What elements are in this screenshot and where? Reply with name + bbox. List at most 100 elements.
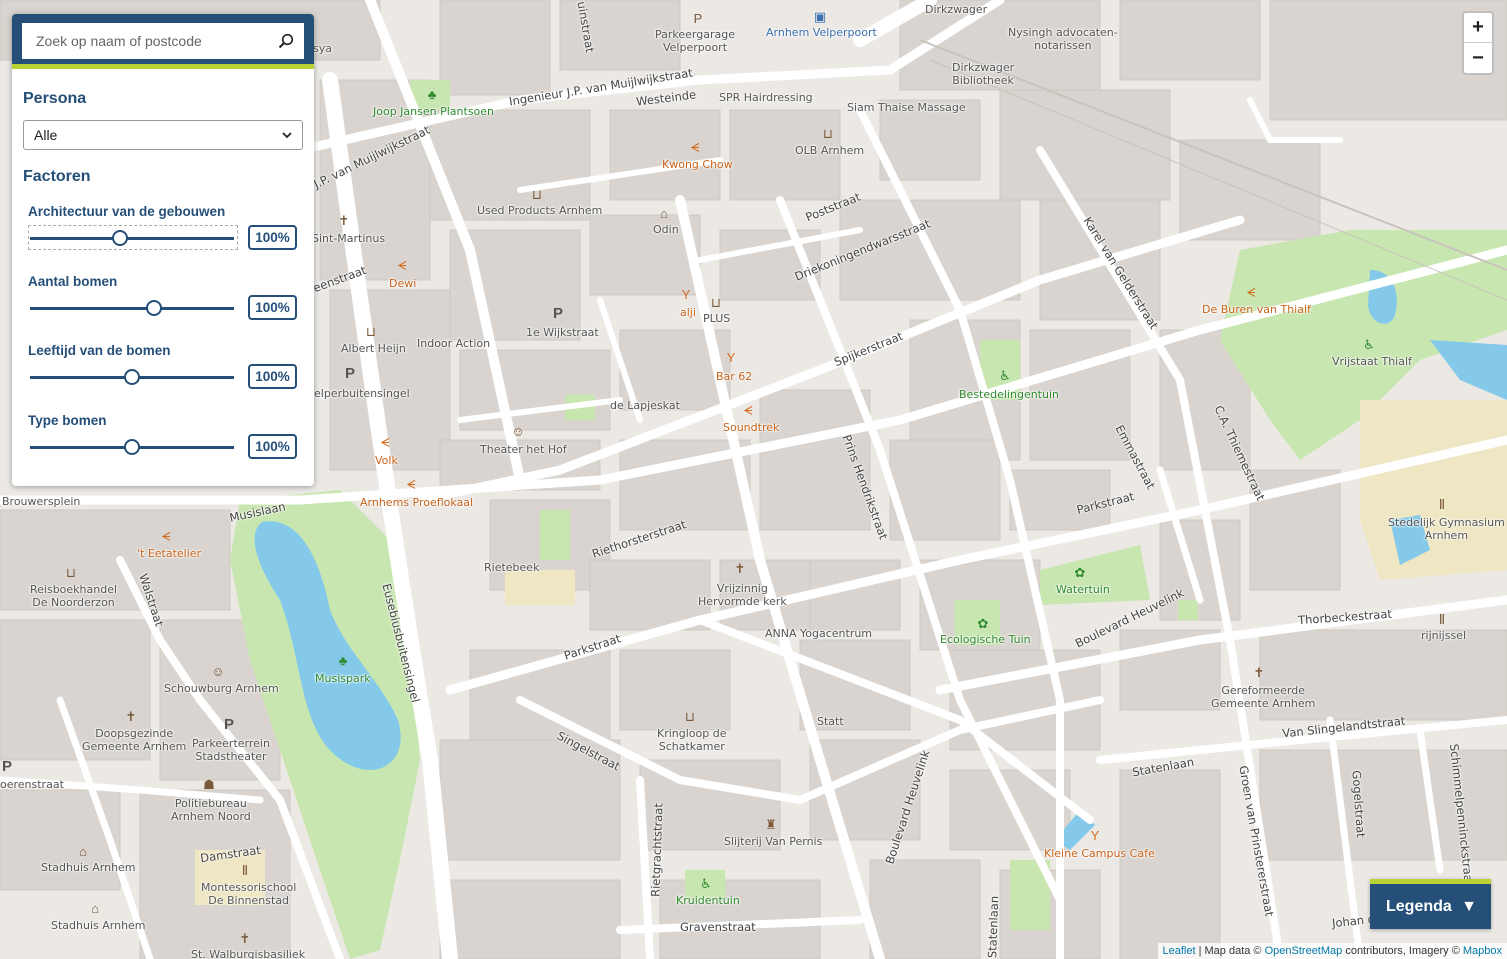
factor-percentage[interactable]: 100% <box>248 225 297 250</box>
filter-panel: Persona Alle Factoren Architectuur van d… <box>12 14 314 486</box>
restaurant-icon: ᗕ <box>397 258 407 273</box>
place-label: Stadhuis Arnhem <box>51 919 146 932</box>
place-label: Schouwburg Arnhem <box>164 682 279 695</box>
cart-icon: ⊔ <box>531 187 543 202</box>
slider-track[interactable] <box>30 307 234 310</box>
place-label: Joop Jansen Plantsoen <box>373 105 495 118</box>
persona-select[interactable]: Alle <box>23 120 303 150</box>
slider-thumb[interactable] <box>146 300 163 316</box>
place-label: Slijterij Van Pernis <box>724 835 823 848</box>
osm-link[interactable]: OpenStreetMap <box>1265 945 1343 957</box>
persona-title: Persona <box>23 90 87 107</box>
place-label: Kruidentuin <box>676 894 740 907</box>
theater-icon: ☺ <box>211 664 225 679</box>
place-label: 't Eetatelier <box>137 547 202 560</box>
cart-icon: ⊔ <box>365 324 377 339</box>
tree-icon: ♣ <box>338 653 348 668</box>
playground-icon: ♿ <box>1363 337 1375 352</box>
place-label: Politiebureau Arnhem Noord <box>171 797 251 823</box>
factor-tree-count: Aantal bomen 100% <box>28 274 300 323</box>
place-label: 1e Wijkstraat <box>526 326 599 339</box>
slider-thumb[interactable] <box>111 230 128 246</box>
place-label: SPR Hairdressing <box>719 91 813 104</box>
place-label: Nysingh advocaten- notarissen <box>1008 26 1118 52</box>
zoom-in-button[interactable]: + <box>1464 13 1492 43</box>
place-label: alji <box>680 306 696 319</box>
liquor-icon: ♜ <box>765 817 777 832</box>
place-label: Brouwersplein <box>2 495 81 508</box>
factor-percentage[interactable]: 100% <box>248 295 297 320</box>
slider-thumb[interactable] <box>124 439 140 455</box>
factor-tree-type: Type bomen 100% <box>28 413 300 462</box>
church-icon: ✝ <box>239 931 251 946</box>
factor-percentage[interactable]: 100% <box>248 434 297 459</box>
place-label: Reisboekhandel De Noorderzon <box>30 583 118 609</box>
parking-icon: P <box>552 305 563 322</box>
playground-icon: ♿ <box>700 876 712 891</box>
bar-icon: Y <box>726 350 736 365</box>
garden-icon: ✿ <box>1074 565 1086 580</box>
church-icon: ✝ <box>338 213 350 228</box>
place-label: PLUS <box>703 312 731 325</box>
zoom-out-button[interactable]: − <box>1464 43 1492 73</box>
factor-percentage[interactable]: 100% <box>248 364 297 389</box>
place-label: Vrijstaat Thialf <box>1332 355 1412 368</box>
place-label: Stadhuis Arnhem <box>41 861 136 874</box>
restaurant-icon: ᗕ <box>161 529 171 544</box>
factor-tree-age: Leeftijd van de bomen 100% <box>28 343 300 392</box>
place-label: Siam Thaise Massage <box>847 101 966 114</box>
place-label: St. Walburgisbasiliek <box>191 948 306 959</box>
place-label: Odin <box>653 223 679 236</box>
restaurant-icon: ᗕ <box>406 477 416 492</box>
place-label: elperbuitensingel <box>314 387 410 400</box>
shop-icon: ⌂ <box>660 206 668 221</box>
school-icon: Ⅱ <box>1438 612 1446 627</box>
place-label: Dewi <box>389 277 417 290</box>
police-icon: ☗ <box>203 777 215 792</box>
school-icon: Ⅱ <box>241 863 249 878</box>
church-icon: ✝ <box>125 709 137 724</box>
factor-label: Leeftijd van de bomen <box>28 343 171 358</box>
panel-header <box>12 14 314 69</box>
place-label: Dirkzwager Bibliotheek <box>952 61 1015 87</box>
place-label: Montessorischool De Binnenstad <box>201 881 297 907</box>
church-icon: ✝ <box>734 561 746 576</box>
town-hall-icon: ⌂ <box>91 901 99 916</box>
factors-title: Factoren <box>23 168 91 185</box>
theater-icon: ☺ <box>511 424 525 439</box>
restaurant-icon: ᗕ <box>690 140 700 155</box>
place-label: Soundtrek <box>723 421 780 434</box>
search-box[interactable] <box>22 23 304 59</box>
place-label: Ecologische Tuin <box>940 633 1031 646</box>
factor-slider-row: 100% <box>28 434 300 462</box>
slider-thumb[interactable] <box>124 369 140 385</box>
chevron-down-icon <box>282 131 292 138</box>
place-label: Parkeergarage Velperpoort <box>655 28 735 54</box>
playground-icon: ♿ <box>999 368 1011 383</box>
place-label: Rietebeek <box>484 561 540 574</box>
legend-button[interactable]: Legenda ▼ <box>1370 879 1491 929</box>
place-label: Bestedelingentuin <box>959 388 1059 401</box>
cart-icon: ⊔ <box>710 295 722 310</box>
place-label: Vrijzinnig Hervormde kerk <box>698 582 787 608</box>
bar-icon: Y <box>1090 828 1100 843</box>
slider-track[interactable] <box>30 237 234 240</box>
mapbox-link[interactable]: Mapbox <box>1463 945 1502 957</box>
place-label: Albert Heijn <box>341 342 406 355</box>
attribution-text: | Map data © <box>1195 945 1265 957</box>
legend-label: Legenda <box>1386 897 1452 915</box>
place-label: rijnijssel <box>1421 629 1467 642</box>
leaflet-link[interactable]: Leaflet <box>1163 945 1196 957</box>
place-label: Doopsgezinde Gemeente Arnhem <box>82 727 187 753</box>
town-hall-icon: ⌂ <box>79 844 87 859</box>
search-input[interactable] <box>34 32 278 50</box>
school-icon: Ⅱ <box>1438 497 1446 512</box>
factor-slider-row: 100% <box>28 225 300 253</box>
garden-icon: ✿ <box>977 616 989 631</box>
place-label: Sint-Martinus <box>312 232 386 245</box>
place-label: Volk <box>375 454 398 467</box>
place-label: De Buren van Thialf <box>1202 303 1311 316</box>
search-icon[interactable] <box>278 33 294 49</box>
parking-icon: P <box>344 365 355 382</box>
place-label: Bar 62 <box>716 370 753 383</box>
